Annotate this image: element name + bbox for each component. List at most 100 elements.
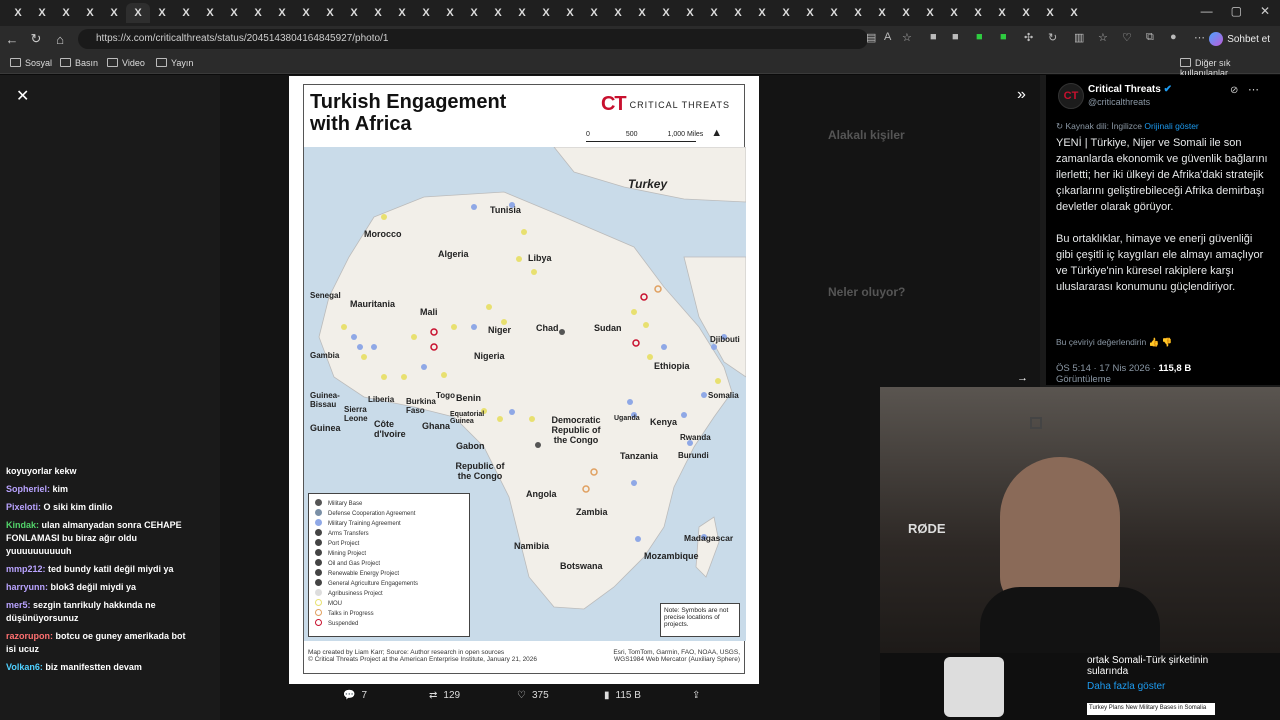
browser-tab[interactable]: X bbox=[414, 3, 438, 23]
browser-tab[interactable]: X bbox=[1014, 3, 1038, 23]
browser-tab[interactable]: X bbox=[1038, 3, 1062, 23]
browser-tab[interactable]: X bbox=[678, 3, 702, 23]
thumbs-up-icon[interactable]: 👍 bbox=[1149, 337, 1160, 347]
collections-icon[interactable]: ⧉ bbox=[1146, 31, 1154, 44]
more-icon[interactable]: ⋯ bbox=[1194, 31, 1205, 44]
minimize-icon[interactable]: — bbox=[1201, 4, 1213, 18]
browser-tab[interactable]: X bbox=[438, 3, 462, 23]
close-icon[interactable]: ✕ bbox=[16, 86, 29, 106]
browser-tab[interactable]: X bbox=[246, 3, 270, 23]
url-field[interactable]: https://x.com/criticalthreats/status/204… bbox=[78, 29, 868, 49]
browser-tab[interactable]: X bbox=[174, 3, 198, 23]
browser-tab[interactable]: X bbox=[1062, 3, 1086, 23]
views-button[interactable]: ▮ 115 B bbox=[604, 690, 641, 701]
maximize-icon[interactable]: ▢ bbox=[1231, 4, 1242, 18]
reload-icon[interactable]: ↻ bbox=[24, 31, 48, 47]
bookmark-basin[interactable]: Basın bbox=[60, 58, 98, 68]
browser-tab[interactable]: X bbox=[486, 3, 510, 23]
bookmark-sosyal[interactable]: Sosyal bbox=[10, 58, 52, 68]
reply-button[interactable]: 💬 7 bbox=[343, 690, 367, 701]
legend-item: Military Training Agreement bbox=[315, 519, 463, 529]
browser-tab[interactable]: X bbox=[966, 3, 990, 23]
bookmark-yayin[interactable]: Yayın bbox=[156, 58, 193, 68]
browser-tab[interactable]: X bbox=[318, 3, 342, 23]
more-options-icon[interactable]: ⋯ bbox=[1248, 83, 1259, 96]
show-more-link[interactable]: Daha fazla göster bbox=[1087, 681, 1165, 692]
browser-tab[interactable]: X bbox=[726, 3, 750, 23]
extension-icon[interactable]: ■ bbox=[976, 31, 983, 43]
browser-tab[interactable]: X bbox=[822, 3, 846, 23]
show-original-link[interactable]: Orijinali göster bbox=[1144, 121, 1198, 131]
browser-tab[interactable]: X bbox=[870, 3, 894, 23]
browser-tab[interactable]: X bbox=[342, 3, 366, 23]
author-avatar[interactable]: CT bbox=[1058, 83, 1084, 109]
browser-tab[interactable]: X bbox=[78, 3, 102, 23]
copilot-icon bbox=[1209, 32, 1224, 46]
author-handle[interactable]: @criticalthreats bbox=[1088, 97, 1150, 107]
share-button[interactable]: ⇪ bbox=[692, 690, 700, 701]
author-name[interactable]: Critical Threats ✔ bbox=[1088, 84, 1172, 95]
browser-tab[interactable]: X bbox=[918, 3, 942, 23]
legend-item: Talks in Progress bbox=[315, 609, 463, 619]
browser-tab[interactable]: X bbox=[990, 3, 1014, 23]
browser-tab[interactable]: X bbox=[198, 3, 222, 23]
browser-tab[interactable]: X bbox=[558, 3, 582, 23]
map-marker bbox=[357, 344, 363, 350]
legend-symbol-icon bbox=[315, 609, 322, 616]
like-button[interactable]: ♡ 375 bbox=[517, 690, 549, 701]
browser-tab[interactable]: X bbox=[294, 3, 318, 23]
reader-icon[interactable]: ▤ bbox=[866, 31, 876, 44]
map-marker bbox=[421, 364, 427, 370]
chat-text: kim bbox=[52, 484, 69, 494]
bookmark-video[interactable]: Video bbox=[107, 58, 145, 68]
next-arrow-icon[interactable]: → bbox=[1017, 372, 1028, 384]
extension-icon[interactable]: ✣ bbox=[1024, 31, 1033, 44]
browser-tab[interactable]: X bbox=[222, 3, 246, 23]
browser-tab[interactable]: X bbox=[750, 3, 774, 23]
browser-tab[interactable]: X bbox=[942, 3, 966, 23]
browser-tab[interactable]: X bbox=[774, 3, 798, 23]
browser-tab[interactable]: X bbox=[390, 3, 414, 23]
browser-tab[interactable]: X bbox=[702, 3, 726, 23]
browser-tab[interactable]: X bbox=[534, 3, 558, 23]
profile-avatar[interactable]: ● bbox=[1170, 31, 1177, 43]
browser-tab[interactable]: X bbox=[630, 3, 654, 23]
browser-tab[interactable]: X bbox=[606, 3, 630, 23]
extension-icon[interactable]: ■ bbox=[1000, 31, 1007, 43]
favorite-star-icon[interactable]: ☆ bbox=[902, 31, 912, 44]
browser-tab[interactable]: X bbox=[150, 3, 174, 23]
extension-icon[interactable]: ■ bbox=[930, 31, 937, 43]
browser-tab[interactable]: X bbox=[270, 3, 294, 23]
browser-tab[interactable]: X bbox=[102, 3, 126, 23]
translate-icon[interactable]: A bbox=[884, 31, 891, 43]
thumbs-down-icon[interactable]: 👎 bbox=[1162, 337, 1173, 347]
browser-tab[interactable]: X bbox=[54, 3, 78, 23]
browser-tab[interactable]: X bbox=[510, 3, 534, 23]
browser-tab[interactable]: X bbox=[126, 3, 150, 23]
favorites-icon[interactable]: ☆ bbox=[1098, 31, 1108, 44]
chevron-double-right-icon[interactable]: » bbox=[1017, 86, 1026, 104]
refresh-ext-icon[interactable]: ↻ bbox=[1048, 31, 1057, 44]
browser-tab[interactable]: X bbox=[798, 3, 822, 23]
heart-icon[interactable]: ♡ bbox=[1122, 31, 1132, 44]
back-icon[interactable]: ← bbox=[0, 32, 24, 47]
grok-icon[interactable]: ⊘ bbox=[1230, 85, 1238, 96]
browser-tab[interactable]: X bbox=[6, 3, 30, 23]
chat-button[interactable]: Sohbet et bbox=[1209, 29, 1270, 49]
browser-tab[interactable]: X bbox=[894, 3, 918, 23]
close-window-icon[interactable]: ✕ bbox=[1260, 4, 1270, 18]
news-thumbnail[interactable]: Turkey Plans New Military Bases in Somal… bbox=[1087, 703, 1215, 715]
browser-tab[interactable]: X bbox=[30, 3, 54, 23]
browser-tab[interactable]: X bbox=[654, 3, 678, 23]
split-screen-icon[interactable]: ▥ bbox=[1074, 31, 1084, 44]
home-icon[interactable]: ⌂ bbox=[48, 32, 72, 47]
repost-button[interactable]: ⇄ 129 bbox=[429, 690, 460, 701]
label-republic-of-congo: Republic of the Congo bbox=[455, 461, 505, 481]
browser-tab[interactable]: X bbox=[846, 3, 870, 23]
chat-username: Sopheriel: bbox=[6, 484, 51, 494]
extension-icon[interactable]: ■ bbox=[952, 31, 959, 43]
browser-tab[interactable]: X bbox=[366, 3, 390, 23]
browser-tab[interactable]: X bbox=[462, 3, 486, 23]
browser-tab[interactable]: X bbox=[582, 3, 606, 23]
map-title: Turkish Engagement with Africa bbox=[310, 91, 507, 135]
